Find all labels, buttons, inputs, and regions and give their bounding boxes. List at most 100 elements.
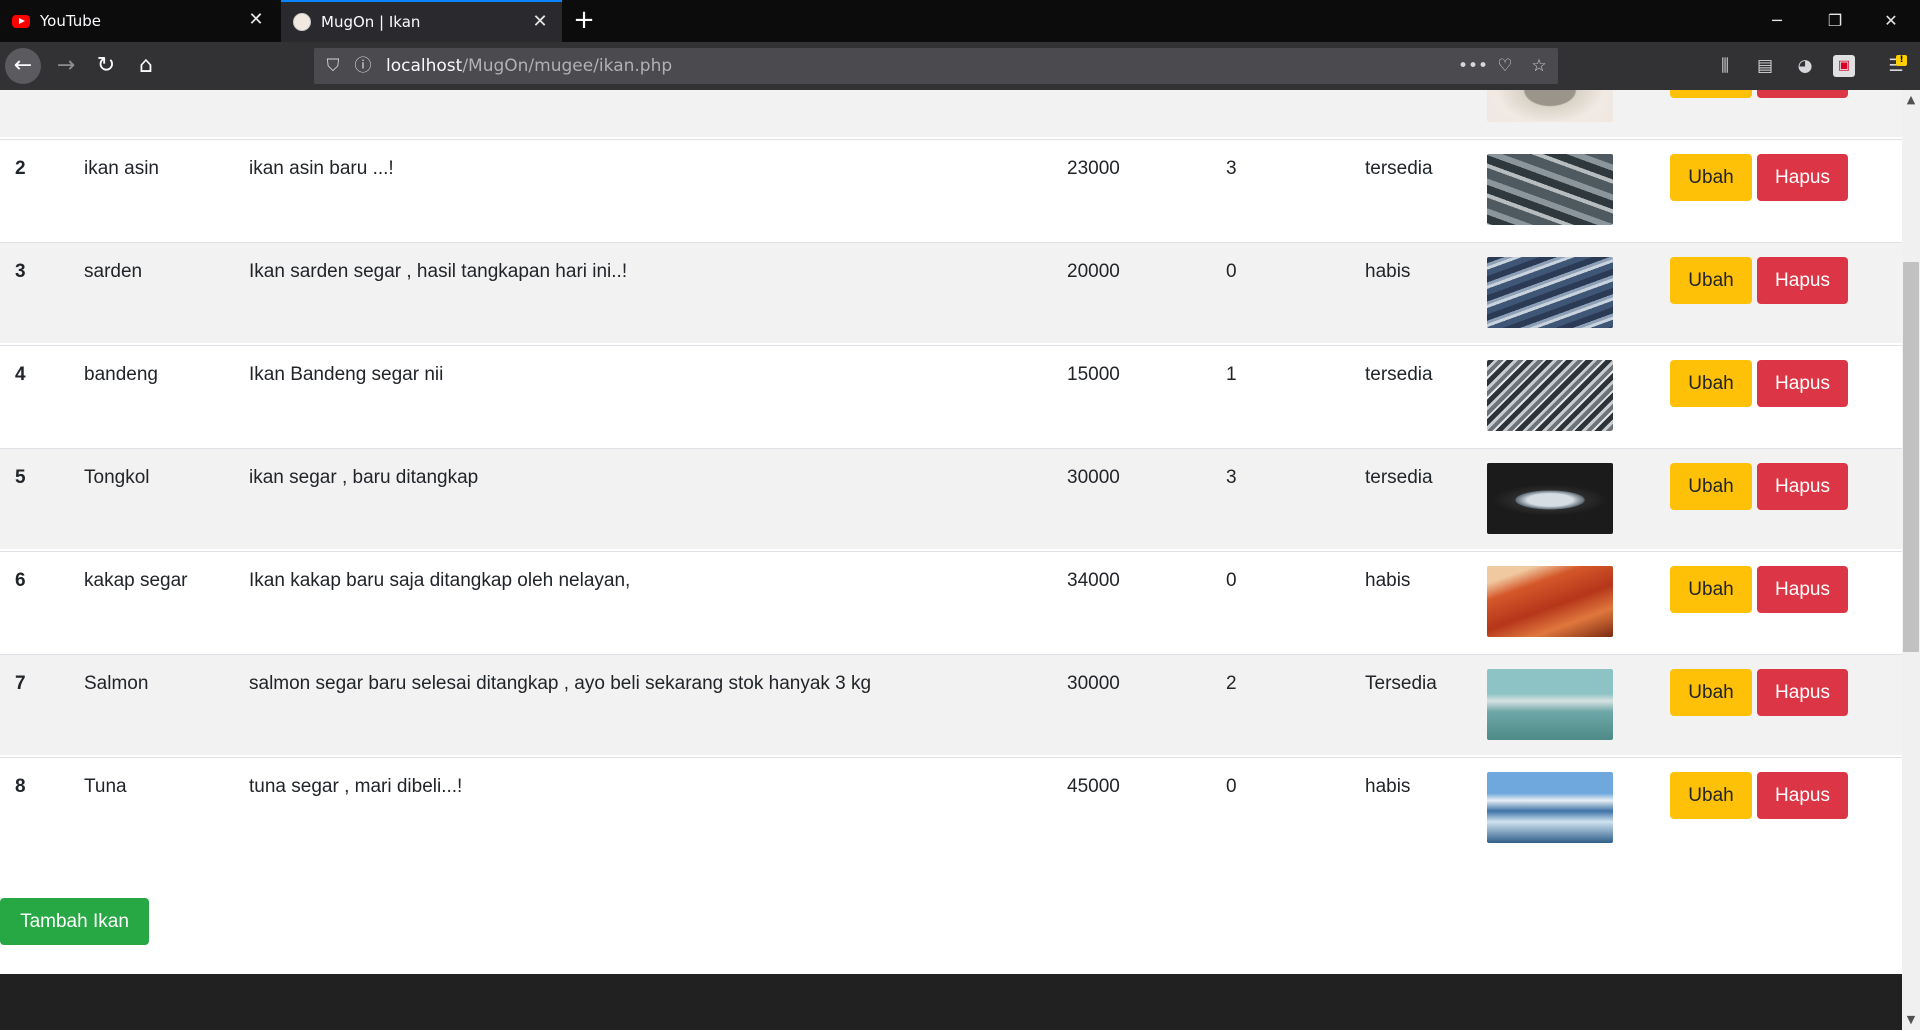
row-number: 3 <box>15 261 26 282</box>
fish-status: habis <box>1365 261 1411 282</box>
bookmark-star-icon[interactable]: ☆ <box>1526 53 1552 79</box>
close-tab-icon[interactable]: ✕ <box>530 12 550 32</box>
row-number: 2 <box>15 158 26 179</box>
fish-image-sarden <box>1487 257 1613 328</box>
ubah-button[interactable]: Ubah <box>1670 257 1752 304</box>
url-path: /MugOn/mugee/ikan.php <box>462 56 673 76</box>
fish-price: 30000 <box>1067 673 1120 694</box>
fish-image-kakap <box>1487 566 1613 637</box>
url-host: localhost <box>386 56 463 76</box>
fish-price: 30000 <box>1067 467 1120 488</box>
fish-stock: 0 <box>1226 261 1237 282</box>
fish-image-tongkol <box>1487 463 1613 534</box>
hapus-button[interactable]: Hapus <box>1757 154 1848 201</box>
fish-name: Tongkol <box>84 467 150 488</box>
fish-name: bandeng <box>84 364 158 385</box>
fish-description: ikan asin baru ...! <box>249 158 394 179</box>
fish-status: habis <box>1365 570 1411 591</box>
table-row: 7 Salmon salmon segar baru selesai ditangk… <box>0 654 1902 755</box>
hapus-button[interactable]: Hapus <box>1757 669 1848 716</box>
restore-icon[interactable]: ❐ <box>1820 8 1850 34</box>
ubah-button[interactable]: Ubah <box>1670 90 1752 98</box>
sidebar-icon[interactable]: ▤ <box>1752 53 1778 79</box>
ubah-button[interactable]: Ubah <box>1670 772 1752 819</box>
fish-description: tuna segar , mari dibeli...! <box>249 776 463 797</box>
fish-price: 23000 <box>1067 158 1120 179</box>
table-row: 2 ikan asin ikan asin baru ...! 23000 3 terse… <box>0 139 1902 240</box>
fish-status: tersedia <box>1365 158 1433 179</box>
tab-youtube[interactable]: YouTube ✕ <box>0 0 278 42</box>
url-bar[interactable]: ⛉ ⓘ localhost/MugOn/mugee/ikan.php ••• ♡… <box>314 48 1558 84</box>
fish-image-bandeng <box>1487 360 1613 431</box>
table-row: 4 bandeng Ikan Bandeng segar nii 15000 1 ters… <box>0 345 1902 446</box>
page-footer <box>0 974 1902 1030</box>
hapus-button[interactable]: Hapus <box>1757 463 1848 510</box>
hapus-button[interactable]: Hapus <box>1757 360 1848 407</box>
table-row: 6 kakap segar Ikan kakap baru saja ditangk… <box>0 551 1902 652</box>
fish-price: 20000 <box>1067 261 1120 282</box>
page-content: 1Teri baruikan teri segar ayo dibeli seb… <box>0 90 1902 1030</box>
tab-strip: YouTube ✕ MugOn | Ikan ✕ + ─ ❐ ✕ <box>0 0 1920 42</box>
fish-stock: 3 <box>1226 158 1237 179</box>
row-number: 7 <box>15 673 26 694</box>
tab-title: MugOn | Ikan <box>321 13 421 31</box>
fish-image-salmon <box>1487 669 1613 740</box>
url-text[interactable]: localhost/MugOn/mugee/ikan.php <box>386 56 672 76</box>
table-row: 3 sarden Ikan sarden segar , hasil tangkap… <box>0 242 1902 343</box>
scrollbar-thumb[interactable] <box>1903 262 1919 652</box>
fish-status: tersedia <box>1365 364 1433 385</box>
fish-description: Ikan Bandeng segar nii <box>249 364 444 385</box>
mugon-favicon-icon <box>293 13 311 31</box>
fish-stock: 3 <box>1226 467 1237 488</box>
menu-icon[interactable]: ☰! <box>1883 53 1909 79</box>
close-tab-icon[interactable]: ✕ <box>246 10 266 30</box>
scroll-up-arrow-icon[interactable]: ▲ <box>1902 92 1920 108</box>
new-tab-button[interactable]: + <box>570 6 598 34</box>
ubah-button[interactable]: Ubah <box>1670 463 1752 510</box>
hapus-button[interactable]: Hapus <box>1757 257 1848 304</box>
home-button[interactable]: ⌂ <box>128 48 164 84</box>
fish-image-teri <box>1487 90 1613 122</box>
ubah-button[interactable]: Ubah <box>1670 154 1752 201</box>
tab-mugon[interactable]: MugOn | Ikan ✕ <box>281 0 562 42</box>
nav-toolbar: ← → ↻ ⌂ ⛉ ⓘ localhost/MugOn/mugee/ikan.p… <box>0 42 1920 90</box>
reload-button[interactable]: ↻ <box>88 48 124 84</box>
site-info-icon[interactable]: ⓘ <box>350 53 376 79</box>
fish-stock: 0 <box>1226 776 1237 797</box>
row-number: 4 <box>15 364 26 385</box>
fish-price: 15000 <box>1067 364 1120 385</box>
back-button[interactable]: ← <box>5 48 41 84</box>
pocket-icon[interactable]: ▣ <box>1833 55 1855 77</box>
table-row: 5 Tongkol ikan segar , baru ditangkap 30000… <box>0 448 1902 549</box>
tambah-ikan-button[interactable]: Tambah Ikan <box>0 898 149 945</box>
fish-price: 34000 <box>1067 570 1120 591</box>
fish-name: Salmon <box>84 673 149 694</box>
hapus-button[interactable]: Hapus <box>1757 90 1848 98</box>
fish-name: sarden <box>84 261 143 282</box>
forward-button[interactable]: → <box>48 48 84 84</box>
ubah-button[interactable]: Ubah <box>1670 360 1752 407</box>
page-actions-icon[interactable]: ••• <box>1458 53 1488 79</box>
fish-status: Tersedia <box>1365 673 1437 694</box>
ubah-button[interactable]: Ubah <box>1670 566 1752 613</box>
pocket-save-icon[interactable]: ♡ <box>1492 53 1518 79</box>
fish-description: Ikan kakap baru saja ditangkap oleh nela… <box>249 570 631 591</box>
warning-badge-icon: ! <box>1896 55 1907 66</box>
fish-stock: 2 <box>1226 673 1237 694</box>
table-row: 1Teri baruikan teri segar ayo dibeli seb… <box>0 90 1902 137</box>
library-icon[interactable]: ⫼ <box>1712 53 1738 79</box>
hapus-button[interactable]: Hapus <box>1757 772 1848 819</box>
tab-title: YouTube <box>40 12 101 30</box>
fish-image-tuna <box>1487 772 1613 843</box>
extension-icon[interactable]: ◕ <box>1792 53 1818 79</box>
ubah-button[interactable]: Ubah <box>1670 669 1752 716</box>
tracking-shield-icon[interactable]: ⛉ <box>320 53 346 79</box>
hapus-button[interactable]: Hapus <box>1757 566 1848 613</box>
minimize-icon[interactable]: ─ <box>1762 8 1792 34</box>
scroll-down-arrow-icon[interactable]: ▼ <box>1902 1012 1920 1028</box>
window-close-icon[interactable]: ✕ <box>1876 8 1906 34</box>
row-number: 8 <box>15 776 26 797</box>
table-row: 8 Tuna tuna segar , mari dibeli...! 45000 0 h… <box>0 757 1902 858</box>
fish-description: salmon segar baru selesai ditangkap , ay… <box>249 673 872 694</box>
fish-image-asin <box>1487 154 1613 225</box>
